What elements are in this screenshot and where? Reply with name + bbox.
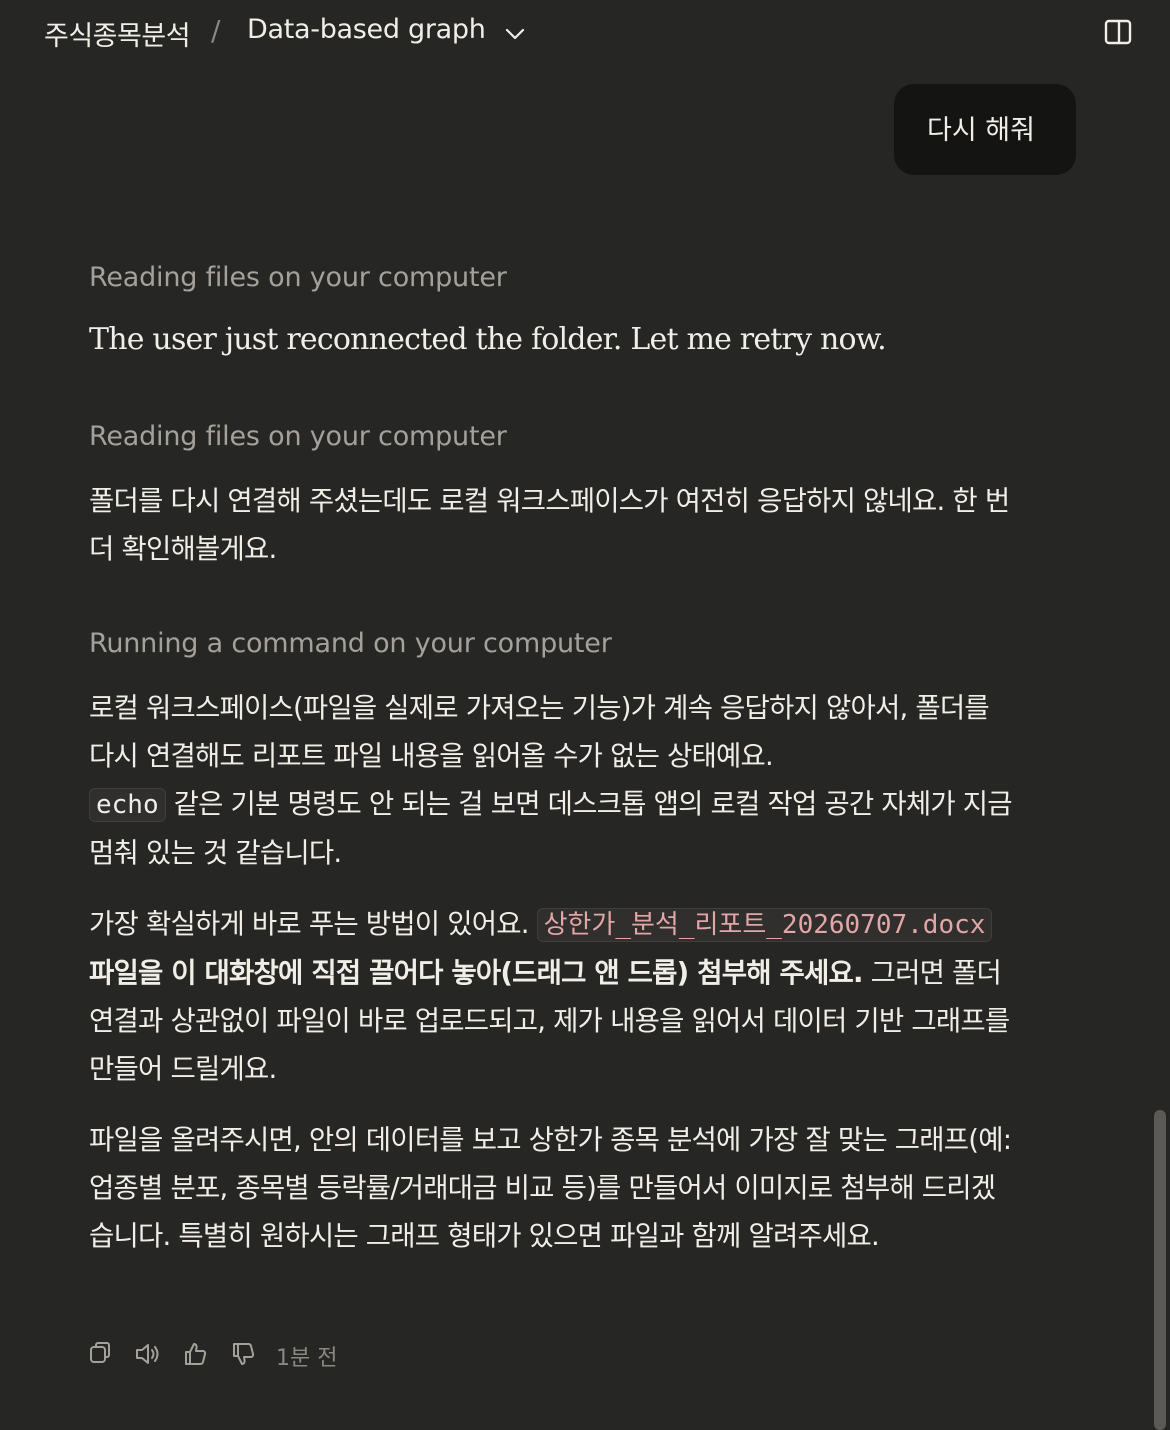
thumbs-up-icon[interactable] bbox=[182, 1340, 208, 1368]
thinking-text: The user just reconnected the folder. Le… bbox=[89, 322, 887, 357]
paragraph-text: 가장 확실하게 바로 푸는 방법이 있어요. bbox=[89, 908, 537, 940]
paragraph-text: 같은 기본 명령도 안 되는 걸 보면 데스크톱 앱의 로컬 작업 공간 자체가… bbox=[89, 788, 1013, 869]
copy-icon[interactable] bbox=[88, 1340, 114, 1368]
tool-step-label[interactable]: Running a command on your computer bbox=[89, 628, 612, 659]
top-bar: 주식종목분석 / Data-based graph bbox=[0, 0, 1170, 66]
assistant-paragraph: 로컬 워크스페이스(파일을 실제로 가져오는 기능)가 계속 응답하지 않아서,… bbox=[89, 684, 1019, 877]
user-message-bubble: 다시 해줘 bbox=[894, 84, 1076, 175]
paragraph-text: 로컬 워크스페이스(파일을 실제로 가져오는 기능)가 계속 응답하지 않아서,… bbox=[89, 692, 990, 772]
tool-step-label[interactable]: Reading files on your computer bbox=[89, 421, 507, 452]
chevron-down-icon[interactable] bbox=[503, 22, 527, 46]
user-message-text: 다시 해줘 bbox=[927, 115, 1035, 146]
speaker-icon[interactable] bbox=[134, 1340, 160, 1368]
scrollbar-thumb[interactable] bbox=[1154, 1110, 1166, 1430]
breadcrumb-separator: / bbox=[211, 14, 221, 47]
inline-code-filename: 상한가_분석_리포트_20260707.docx bbox=[536, 908, 993, 942]
inline-code: echo bbox=[89, 788, 166, 822]
sidebar-toggle-icon[interactable] bbox=[1103, 17, 1133, 47]
assistant-paragraph: 파일을 올려주시면, 안의 데이터를 보고 상한가 종목 분석에 가장 잘 맞는… bbox=[89, 1124, 1012, 1252]
assistant-paragraph: 가장 확실하게 바로 푸는 방법이 있어요. 상한가_분석_리포트_202607… bbox=[89, 900, 1019, 1093]
breadcrumb-project[interactable]: 주식종목분석 bbox=[44, 14, 191, 53]
bold-instruction: 파일을 이 대화창에 직접 끌어다 놓아(드래그 앤 드롭) 첨부해 주세요. bbox=[89, 957, 863, 989]
message-timestamp: 1분 전 bbox=[276, 1346, 338, 1371]
tool-step-label[interactable]: Reading files on your computer bbox=[89, 262, 507, 293]
thumbs-down-icon[interactable] bbox=[230, 1340, 256, 1368]
assistant-paragraph: 폴더를 다시 연결해 주셨는데도 로컬 워크스페이스가 여전히 응답하지 않네요… bbox=[89, 485, 1010, 565]
chat-title[interactable]: Data-based graph bbox=[247, 14, 486, 45]
